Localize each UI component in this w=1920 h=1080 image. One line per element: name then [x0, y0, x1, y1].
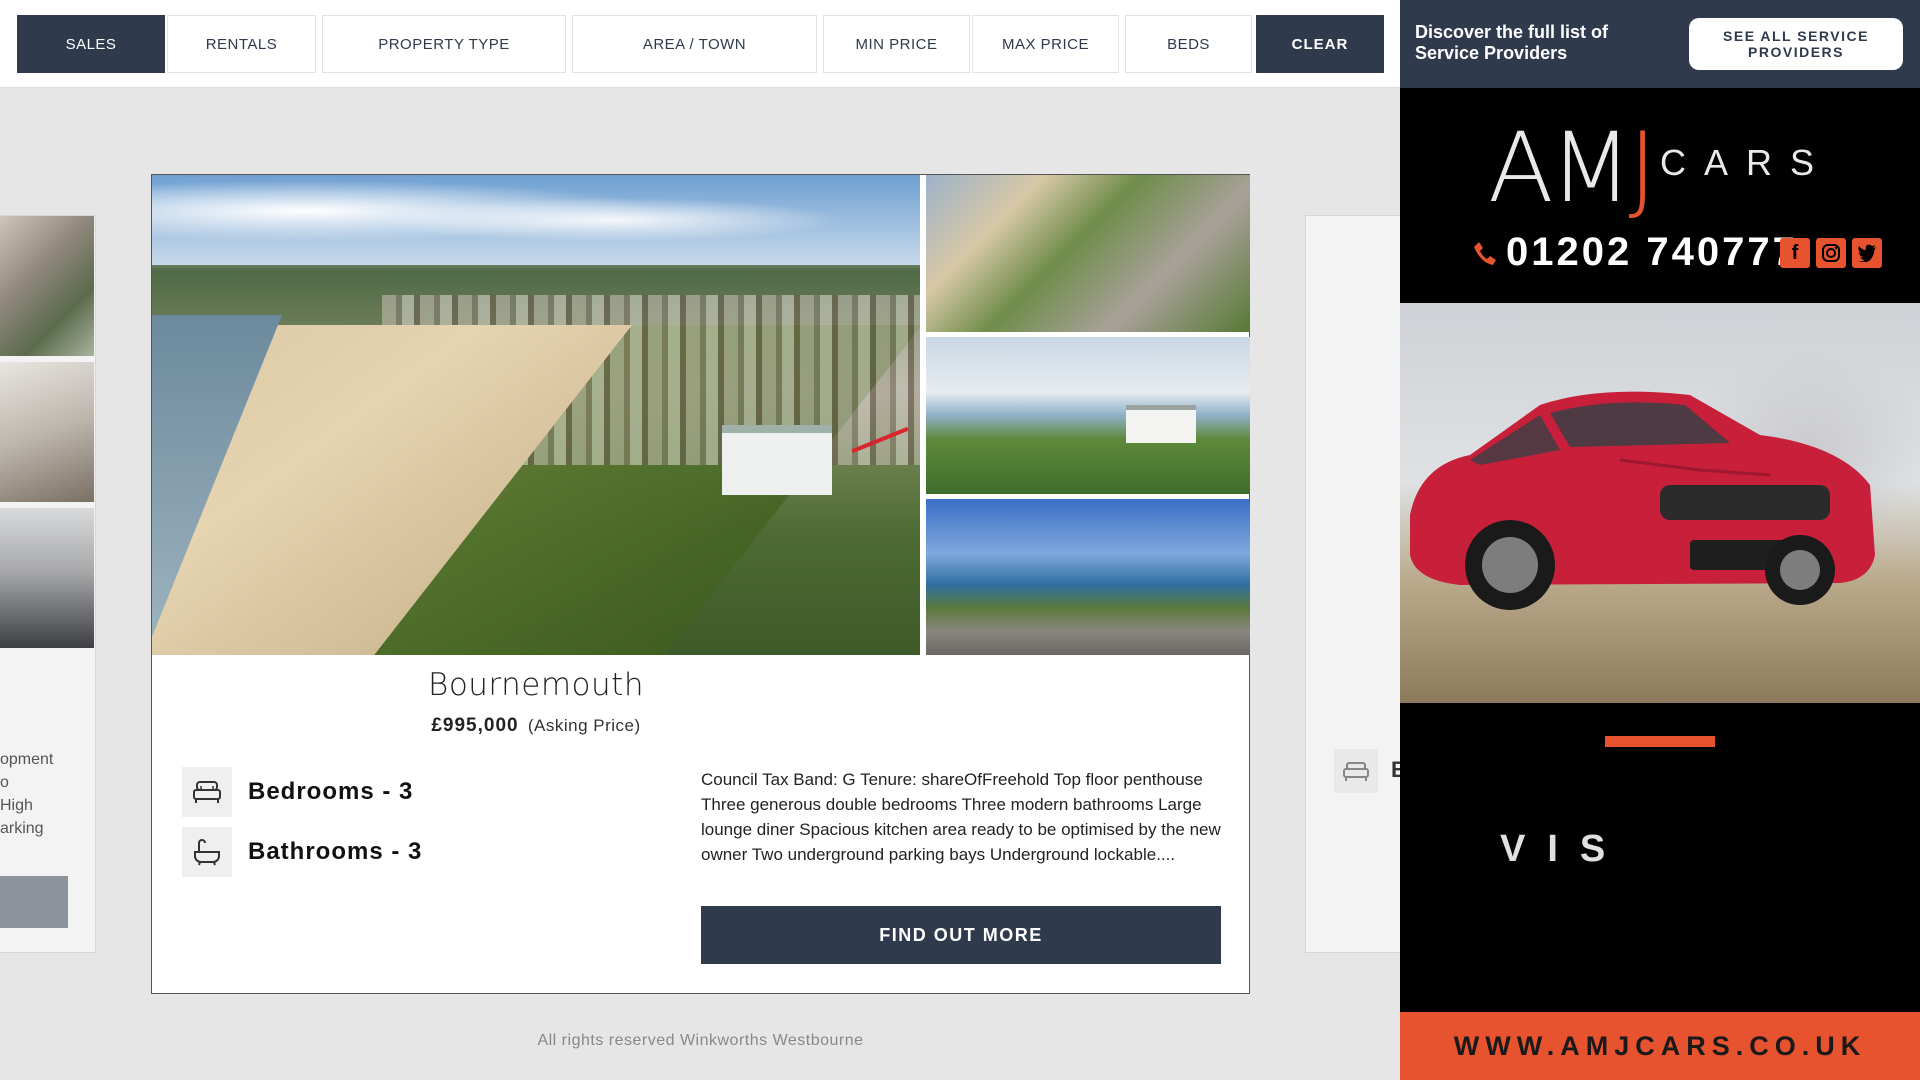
social-links: f	[1780, 238, 1882, 268]
property-thumbnail[interactable]	[926, 337, 1250, 494]
bed-icon	[182, 767, 232, 817]
bathrooms-feature: Bathrooms - 3	[182, 827, 422, 877]
instagram-icon[interactable]	[1816, 238, 1846, 268]
bedrooms-label: Bedrooms - 3	[248, 778, 414, 805]
advert-visit-text: VIS	[1500, 828, 1628, 870]
previous-listing-button[interactable]	[0, 876, 68, 928]
facebook-icon[interactable]: f	[1780, 238, 1810, 268]
previous-listing-photo	[0, 362, 94, 502]
see-all-service-providers-button[interactable]: SEE ALL SERVICE PROVIDERS	[1689, 18, 1903, 70]
previous-listing-card[interactable]: opment o High arking	[0, 215, 96, 953]
bathtub-icon	[182, 827, 232, 877]
area-town-select[interactable]: AREA / TOWN	[572, 15, 817, 73]
service-providers-text: Discover the full list of Service Provid…	[1415, 22, 1609, 63]
phone-icon	[1470, 238, 1500, 268]
min-price-select[interactable]: MIN PRICE	[823, 15, 970, 73]
twitter-icon[interactable]	[1852, 238, 1882, 268]
max-price-select[interactable]: MAX PRICE	[972, 15, 1119, 73]
amj-logo: AMJ	[1488, 112, 1657, 224]
bathrooms-label: Bathrooms - 3	[248, 838, 423, 865]
filter-bar: SALES RENTALS PROPERTY TYPE AREA / TOWN …	[0, 0, 1400, 88]
previous-listing-photo	[0, 216, 94, 356]
service-providers-bar: Discover the full list of Service Provid…	[1400, 0, 1920, 88]
advert-phone[interactable]: 01202 740777	[1470, 230, 1798, 275]
sales-tab[interactable]: SALES	[17, 15, 165, 73]
advert-car-photo	[1400, 303, 1920, 703]
advert-divider	[1605, 736, 1715, 747]
property-card[interactable]: Bournemouth £995,000 (Asking Price) Bedr…	[151, 174, 1250, 994]
rentals-tab[interactable]: RENTALS	[167, 15, 316, 73]
clear-button[interactable]: CLEAR	[1256, 15, 1384, 73]
find-out-more-button[interactable]: FIND OUT MORE	[701, 906, 1221, 964]
property-thumbnail[interactable]	[926, 175, 1250, 332]
bedrooms-feature: Bedrooms - 3	[182, 767, 413, 817]
property-thumbnail[interactable]	[926, 499, 1250, 655]
red-car-image	[1410, 391, 1875, 610]
property-type-select[interactable]: PROPERTY TYPE	[322, 15, 566, 73]
amj-logo-cars: CARS	[1660, 142, 1833, 183]
property-price: £995,000 (Asking Price)	[152, 715, 920, 737]
property-title: Bournemouth	[428, 667, 644, 703]
property-description: Council Tax Band: G Tenure: shareOfFreeh…	[701, 770, 1221, 864]
next-listing-bedrooms: B	[1391, 757, 1400, 783]
beds-select[interactable]: BEDS	[1125, 15, 1252, 73]
previous-listing-photo	[0, 508, 94, 648]
footer-copyright: All rights reserved Winkworths Westbourn…	[537, 1032, 864, 1049]
bed-icon	[1334, 749, 1378, 793]
main-property-photo[interactable]	[152, 175, 920, 655]
price-qualifier: (Asking Price)	[527, 716, 641, 735]
next-listing-card[interactable]: B	[1305, 215, 1400, 953]
phone-number: 01202 740777	[1506, 230, 1798, 274]
price-amount: £995,000	[431, 715, 519, 736]
previous-listing-description: opment o High arking	[0, 751, 54, 837]
advert-website-url[interactable]: WWW.AMJCARS.CO.UK	[1400, 1012, 1920, 1080]
sidebar: Discover the full list of Service Provid…	[1400, 0, 1920, 1080]
